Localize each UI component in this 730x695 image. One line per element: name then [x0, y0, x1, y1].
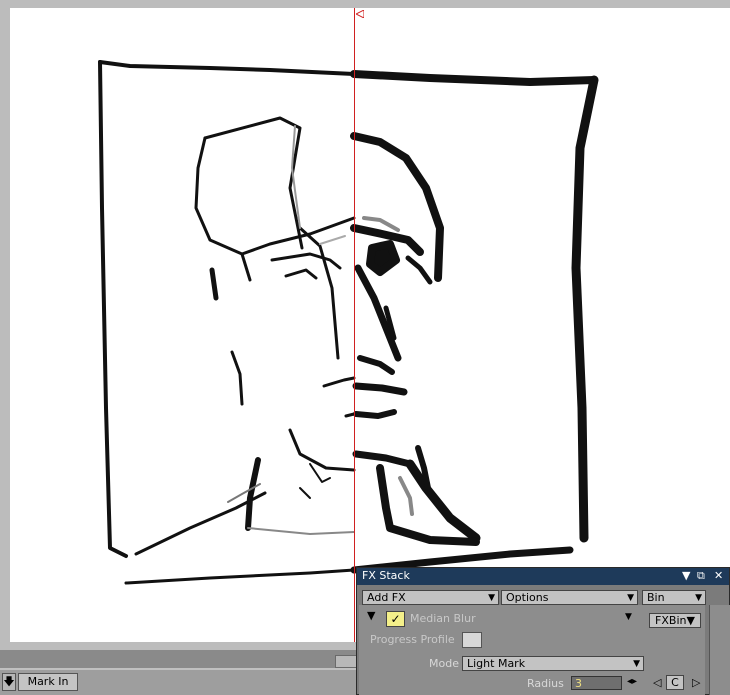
mode-value: Light Mark — [467, 657, 526, 670]
progress-profile-swatch[interactable] — [462, 632, 482, 648]
next-keyframe-icon[interactable]: ▷ — [692, 676, 700, 689]
fx-stack-title: FX Stack — [362, 569, 410, 582]
restore-icon[interactable]: ⧉ — [697, 569, 705, 583]
fxbin-button[interactable]: FXBin▼ — [649, 613, 701, 628]
options-dropdown[interactable]: Options ▼ — [501, 590, 638, 605]
mark-in-button[interactable]: Mark In — [18, 673, 78, 691]
chevron-down-icon: ▼ — [488, 593, 495, 603]
mode-dropdown[interactable]: Light Mark ▼ — [462, 656, 644, 671]
down-arrow-button[interactable]: 🡇 — [2, 673, 16, 691]
image-canvas[interactable] — [10, 8, 730, 642]
effect-enabled-checkbox[interactable]: ✓ — [386, 611, 405, 627]
radius-spinner-icon[interactable]: ◂▸ — [627, 676, 637, 687]
split-line[interactable] — [354, 8, 355, 642]
bin-dropdown[interactable]: Bin ▼ — [642, 590, 706, 605]
add-fx-label: Add FX — [367, 591, 406, 604]
radius-label: Radius — [527, 677, 564, 690]
side-scrollbar[interactable] — [709, 605, 730, 695]
effect-menu-chevron-icon[interactable]: ▼ — [625, 612, 632, 622]
fxbin-label: FXBin — [655, 614, 687, 627]
progress-profile-label: Progress Profile — [370, 633, 455, 646]
options-label: Options — [506, 591, 549, 604]
chevron-down-icon: ▼ — [695, 593, 702, 603]
mode-label: Mode — [429, 657, 459, 670]
add-fx-dropdown[interactable]: Add FX ▼ — [362, 590, 499, 605]
split-handle-top-icon[interactable] — [356, 10, 364, 18]
fx-stack-panel: FX Stack ▼ ⧉ ✕ Add FX ▼ Options ▼ Bin ▼ ▼ ✓… — [356, 567, 730, 695]
down-arrow-icon: 🡇 — [3, 675, 15, 688]
close-icon[interactable]: ✕ — [714, 569, 723, 582]
bin-label: Bin — [647, 591, 665, 604]
radius-input[interactable]: 3 — [571, 676, 622, 690]
panel-menu-icon[interactable]: ▼ — [682, 569, 690, 582]
fx-stack-title-bar[interactable]: FX Stack ▼ ⧉ ✕ — [357, 568, 729, 585]
previous-keyframe-icon[interactable]: ◁ — [653, 676, 661, 689]
chevron-down-icon: ▼ — [627, 593, 634, 603]
chevron-down-icon: ▼ — [633, 659, 640, 669]
c-button[interactable]: C — [666, 675, 684, 690]
sketch-drawing — [98, 60, 599, 585]
collapse-triangle-icon[interactable]: ▼ — [367, 609, 375, 622]
effect-name: Median Blur — [410, 612, 476, 625]
